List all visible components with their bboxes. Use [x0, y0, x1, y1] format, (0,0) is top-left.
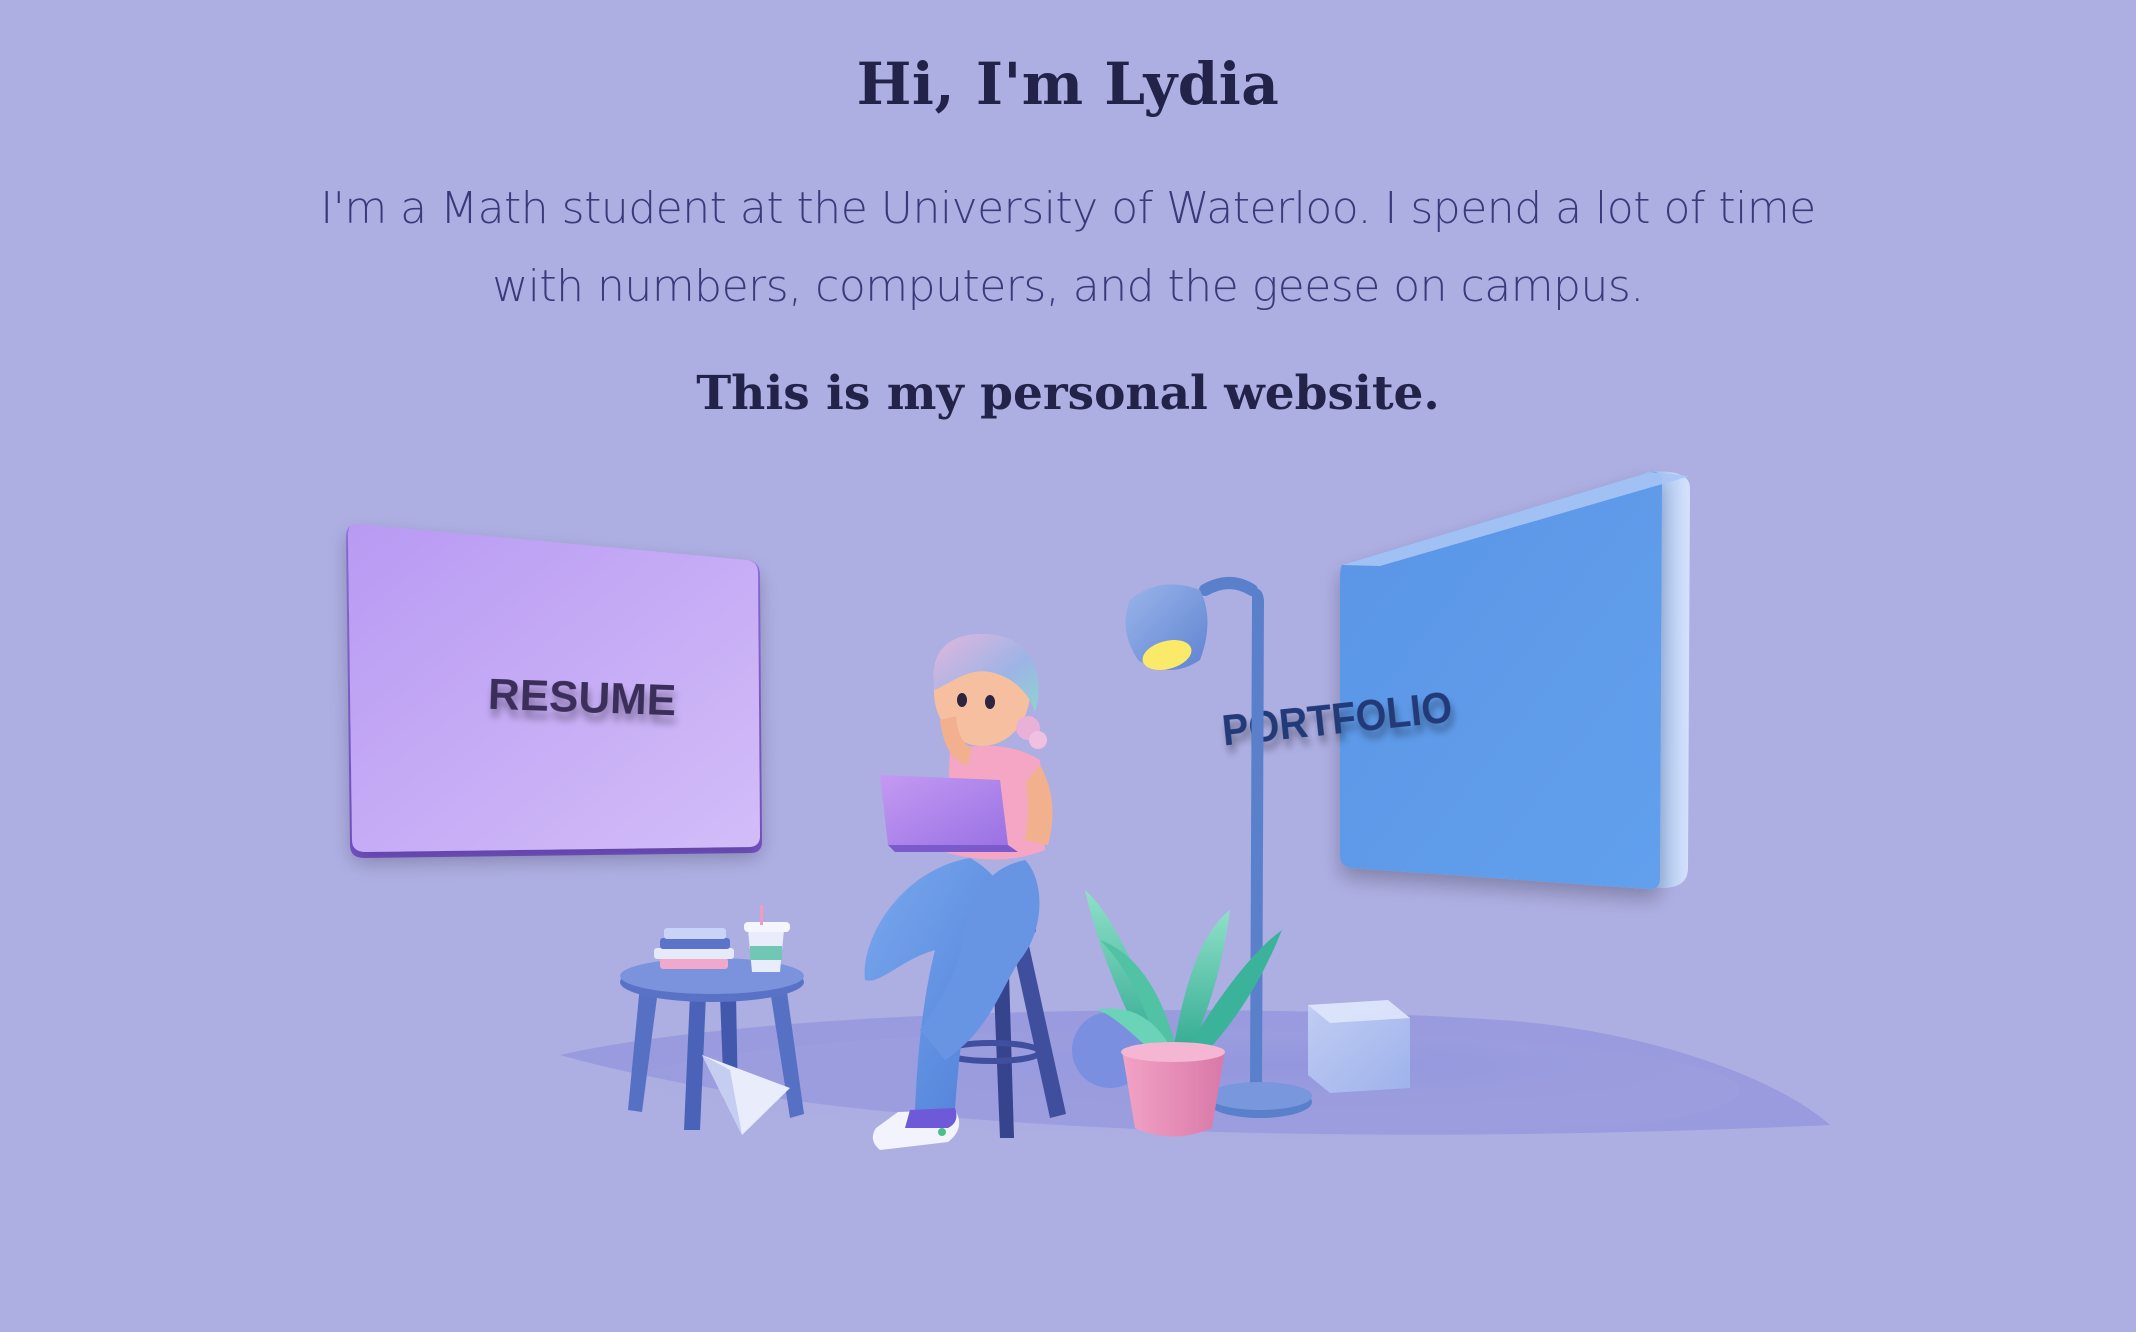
page-title: Hi, I'm Lydia — [856, 50, 1280, 118]
tagline: This is my personal website. — [696, 366, 1440, 421]
glass-cube — [1308, 1000, 1410, 1093]
portfolio-card[interactable]: PORTFOLIO — [1220, 471, 1690, 890]
intro-paragraph: I'm a Math student at the University of … — [320, 183, 1816, 312]
resume-card[interactable]: RESUME — [346, 523, 762, 858]
illustration-scene: RESUME PORTFOLIO — [0, 460, 2136, 1180]
resume-label: RESUME — [487, 670, 677, 726]
book-stack — [654, 928, 734, 969]
